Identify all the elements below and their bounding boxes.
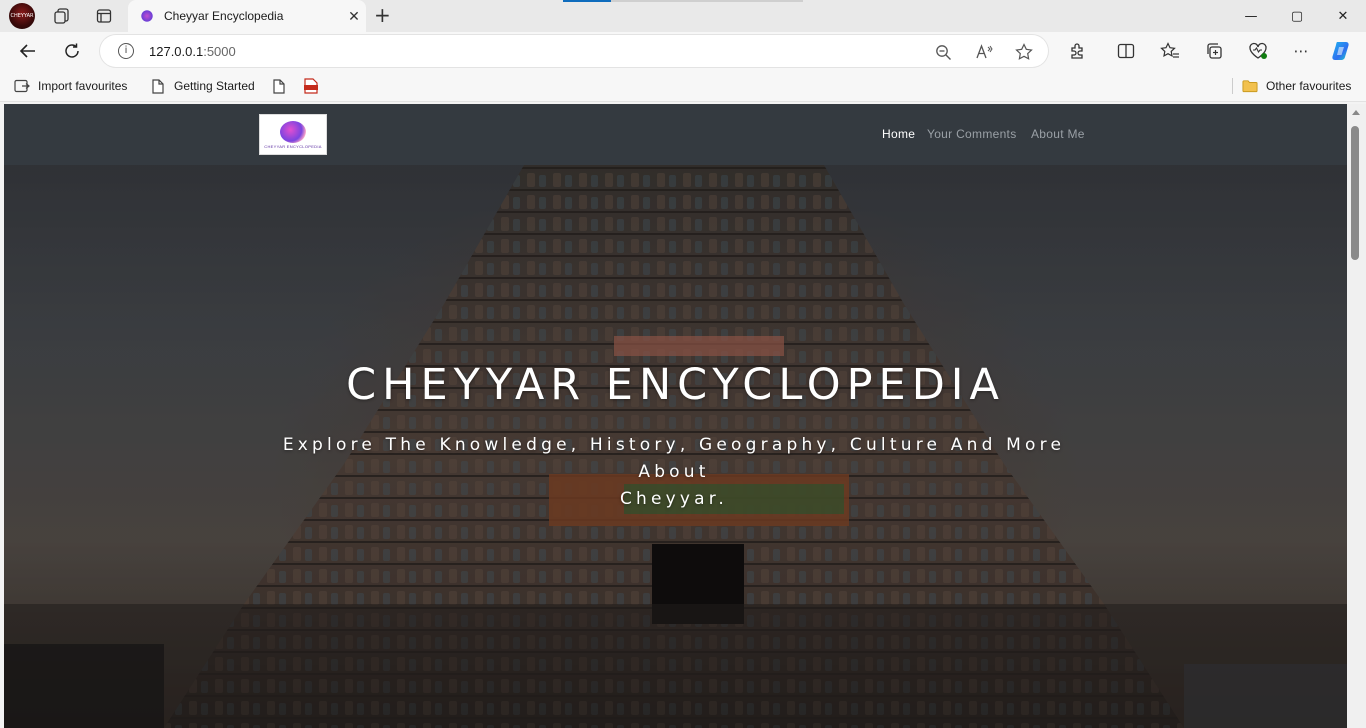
- bookmark-pdf-link[interactable]: [303, 77, 327, 95]
- web-page: CHEYYAR ENCYCLOPEDIA Home Your Comments …: [4, 104, 1347, 728]
- import-icon: [14, 78, 30, 94]
- back-icon[interactable]: [14, 38, 42, 64]
- minimize-icon[interactable]: —: [1228, 0, 1274, 32]
- title-bar: CHEYYAR Cheyyar Encyclopedia ✕ + — ▢ ✕: [0, 0, 1366, 32]
- more-menu-icon[interactable]: ⋯: [1289, 40, 1313, 62]
- tab-actions-icon[interactable]: [93, 5, 115, 27]
- site-navbar: CHEYYAR ENCYCLOPEDIA Home Your Comments …: [4, 104, 1347, 165]
- getting-started-link[interactable]: Getting Started: [150, 77, 255, 95]
- other-favourites-folder[interactable]: Other favourites: [1242, 77, 1351, 95]
- site-logo[interactable]: CHEYYAR ENCYCLOPEDIA: [259, 114, 327, 155]
- tab-cheyyar-encyclopedia[interactable]: Cheyyar Encyclopedia ✕: [128, 0, 366, 32]
- folder-icon: [1242, 78, 1258, 94]
- nav-about-me-link[interactable]: About Me: [1031, 127, 1085, 141]
- logo-mark-icon: [280, 120, 306, 143]
- address-bar[interactable]: i 127.0.0.1:5000: [100, 35, 1048, 67]
- zoom-out-icon[interactable]: [933, 42, 953, 62]
- extensions-icon[interactable]: [1065, 40, 1089, 62]
- favourite-star-icon[interactable]: [1014, 42, 1034, 62]
- page-icon: [271, 78, 287, 94]
- window-drag-indicator-track: [611, 0, 803, 2]
- profile-avatar[interactable]: CHEYYAR: [9, 3, 35, 29]
- url-text: 127.0.0.1:5000: [149, 44, 236, 59]
- favourites-icon[interactable]: [1158, 40, 1182, 62]
- hero-subtitle: Explore The Knowledge, History, Geograph…: [274, 432, 1074, 513]
- favourites-divider: [1232, 78, 1233, 94]
- temple-tower-background-image: [4, 104, 1347, 728]
- getting-started-label: Getting Started: [174, 79, 255, 93]
- scrollbar-thumb[interactable]: [1351, 126, 1359, 260]
- bookmark-page-link[interactable]: [271, 77, 295, 95]
- browser-essentials-icon[interactable]: [1246, 40, 1270, 62]
- other-favourites-label: Other favourites: [1266, 79, 1352, 93]
- close-tab-icon[interactable]: ✕: [342, 8, 366, 25]
- page-icon: [150, 78, 166, 94]
- tab-title: Cheyyar Encyclopedia: [164, 9, 284, 23]
- copilot-icon[interactable]: [1330, 40, 1354, 62]
- read-aloud-icon[interactable]: [974, 42, 994, 62]
- new-tab-icon[interactable]: +: [374, 5, 391, 25]
- hero-title: CHEYYAR ENCYCLOPEDIA: [346, 360, 1005, 410]
- nav-your-comments-link[interactable]: Your Comments: [927, 127, 1017, 141]
- favourites-bar: Import favourites Getting Started Other …: [0, 70, 1366, 102]
- window-drag-indicator: [563, 0, 611, 2]
- scroll-up-arrow-icon[interactable]: [1352, 110, 1360, 115]
- page-scrollbar[interactable]: [1347, 104, 1366, 728]
- url-port: :5000: [203, 44, 236, 59]
- import-favourites-label: Import favourites: [38, 79, 128, 93]
- site-favicon-icon: [140, 9, 154, 23]
- hero-subtitle-line-2: Cheyyar.: [619, 489, 729, 509]
- hero-subtitle-line-1: Explore The Knowledge, History, Geograph…: [282, 435, 1066, 482]
- pdf-icon: [303, 78, 319, 94]
- profile-label: CHEYYAR: [10, 13, 34, 19]
- workspaces-icon[interactable]: [51, 5, 73, 27]
- restore-icon[interactable]: ▢: [1274, 0, 1320, 32]
- url-host: 127.0.0.1: [149, 44, 204, 59]
- collections-icon[interactable]: [1202, 40, 1226, 62]
- close-window-icon[interactable]: ✕: [1320, 0, 1366, 32]
- refresh-icon[interactable]: [58, 38, 86, 64]
- import-favourites-link[interactable]: Import favourites: [14, 77, 127, 95]
- nav-home-link[interactable]: Home: [882, 127, 915, 141]
- logo-text: CHEYYAR ENCYCLOPEDIA: [264, 143, 322, 149]
- split-screen-icon[interactable]: [1114, 40, 1138, 62]
- site-info-icon[interactable]: i: [118, 43, 134, 59]
